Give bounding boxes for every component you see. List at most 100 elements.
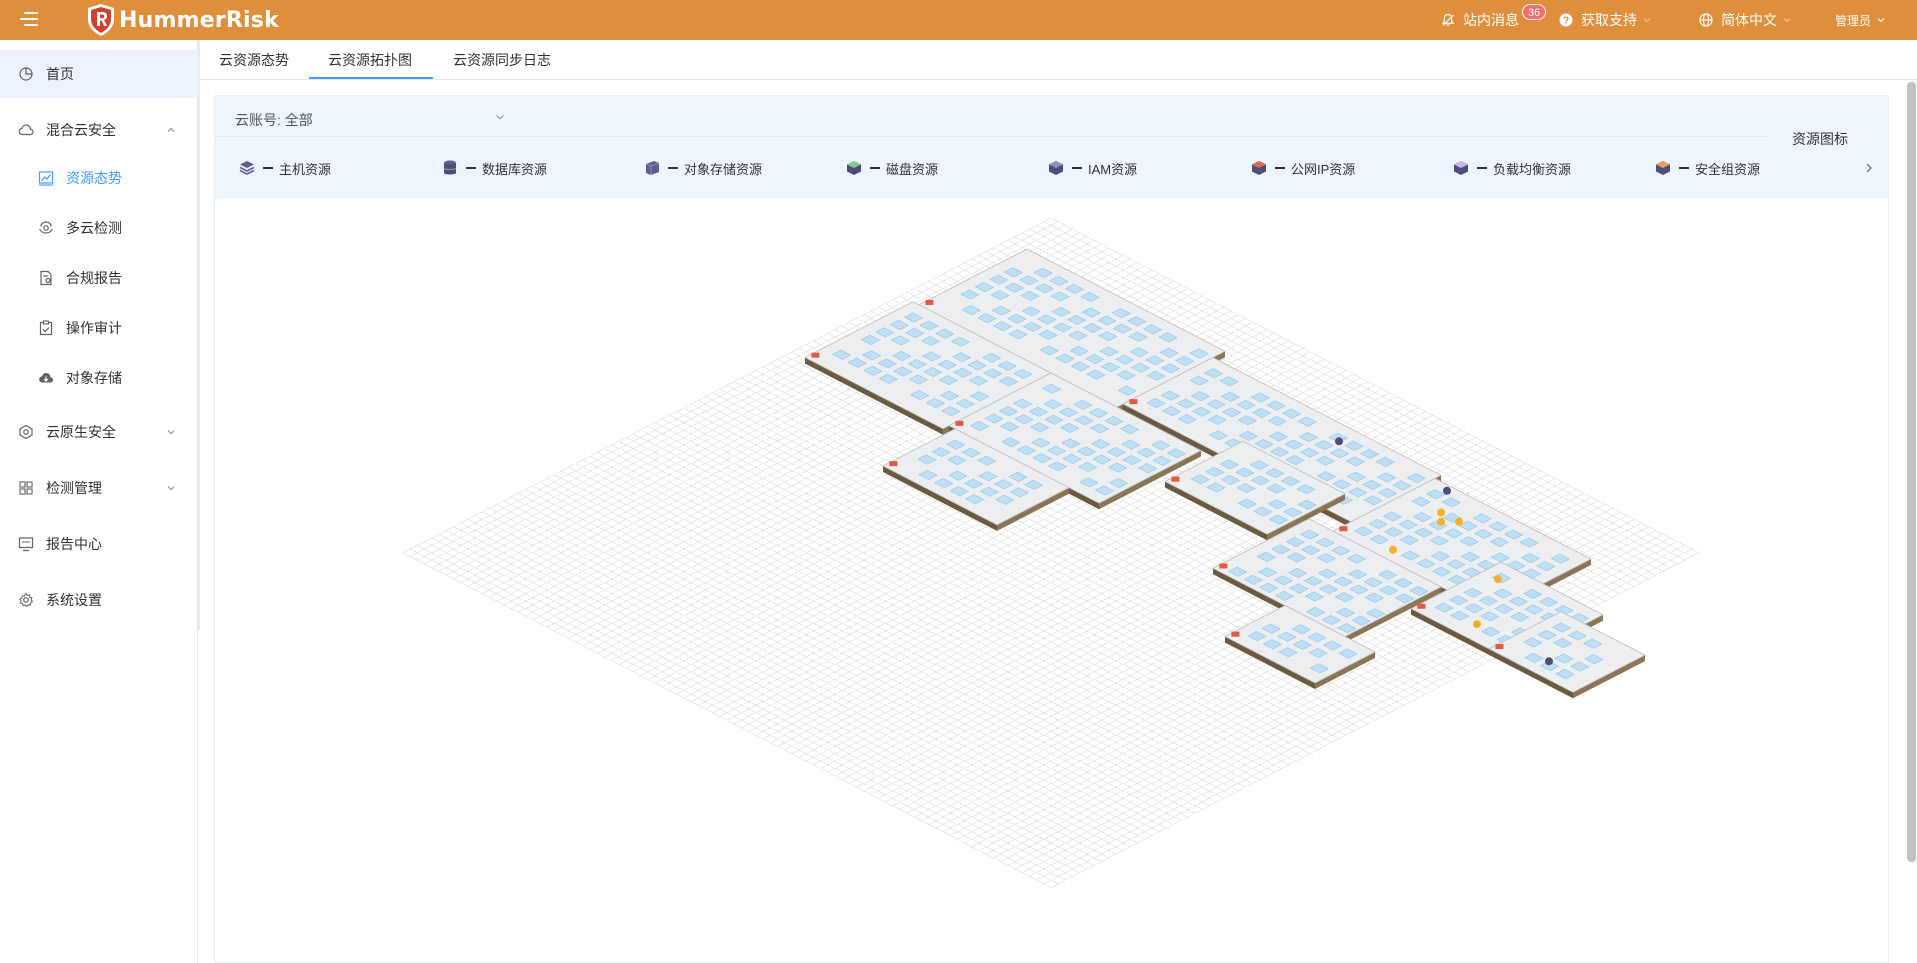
help-circle-icon: ? [1559,13,1573,27]
chevron-down-icon [167,430,175,435]
language-menu[interactable]: 简体中文 [1699,0,1791,40]
tab-resource-overview[interactable]: 云资源态势 [219,40,289,80]
panel-header: 云账号: 全部 资源图标 主机资源 数据库资源 对象存储资源 磁盘资源 IAM资… [215,96,1888,198]
legend-item-database: 数据库资源 [440,144,547,192]
support-label: 获取支持 [1581,12,1637,28]
sidebar-divider [198,40,200,630]
chevron-right-icon[interactable] [1864,162,1874,174]
sidebar-item-resource-overview[interactable]: 资源态势 [0,154,198,202]
audit-icon [39,320,53,336]
top-header: HummerRisk 站内消息 36 ? 获取支持 简体中文 管理员 [0,0,1917,40]
sidebar-item-system-settings[interactable]: 系统设置 [0,576,198,624]
sidebar: 首页 混合云安全 资源态势 多云检测 合规报告 操作审计 对象存储 云原生安全 … [0,40,198,963]
language-label: 简体中文 [1721,12,1777,28]
zone-label-tag [1231,631,1240,637]
load-balancer-icon [1454,161,1468,175]
security-group-icon [1656,161,1670,175]
sidebar-item-label: 合规报告 [66,270,122,286]
account-select[interactable]: 云账号: 全部 [235,110,313,130]
tab-resource-topology[interactable]: 云资源拓扑图 [328,40,412,80]
sidebar-item-object-storage[interactable]: 对象存储 [0,354,198,402]
legend-item-object-storage: 对象存储资源 [642,144,762,192]
security-group-resource [1437,508,1445,517]
legend-label: 磁盘资源 [886,161,939,177]
legend-label: 主机资源 [279,161,332,177]
sidebar-item-detection-management[interactable]: 检测管理 [0,464,198,512]
sidebar-item-label: 混合云安全 [46,122,116,138]
zone-label-tag [1417,603,1426,609]
zone-label-tag [889,461,898,467]
legend-dash [1072,167,1082,169]
legend-label: IAM资源 [1088,161,1138,177]
security-group-resource [1473,620,1481,629]
tab-sync-log[interactable]: 云资源同步日志 [453,40,551,80]
legend-dash [1477,167,1487,169]
sidebar-item-label: 对象存储 [66,370,122,386]
legend-item-load-balancer: 负载均衡资源 [1451,144,1571,192]
zone-label-tag [1171,476,1180,482]
sidebar-item-label: 云原生安全 [46,424,116,440]
sidebar-item-hybrid-cloud-security[interactable]: 混合云安全 [0,106,198,154]
menu-toggle-button[interactable] [20,12,38,28]
iam-resource [1545,657,1553,666]
brand-logo[interactable]: HummerRisk [86,3,279,37]
zone-label-tag [1129,399,1138,405]
legend-dash [870,167,880,169]
zone-label-tag [1495,644,1504,650]
zone-label-tag [925,299,934,305]
legend-dash [1275,167,1285,169]
topology-canvas[interactable] [215,198,1888,963]
dashboard-icon [19,67,33,81]
sidebar-item-cloud-native-security[interactable]: 云原生安全 [0,408,198,456]
sidebar-item-multi-cloud-scan[interactable]: 多云检测 [0,204,198,252]
legend-dash [668,167,678,169]
sidebar-item-label: 检测管理 [46,480,102,496]
sidebar-item-label: 多云检测 [66,220,122,236]
user-menu[interactable]: 管理员 [1835,0,1885,40]
globe-icon [1699,13,1713,27]
iam-resource [1335,437,1343,446]
sidebar-item-compliance-report[interactable]: 合规报告 [0,254,198,302]
support-menu[interactable]: ? 获取支持 [1559,0,1651,40]
database-icon [443,160,457,175]
legend-item-iam: IAM资源 [1046,144,1137,192]
sidebar-item-label: 操作审计 [66,320,122,336]
notifications-button[interactable]: 站内消息 [1441,0,1519,40]
legend-label: 负载均衡资源 [1493,161,1572,177]
cloud-native-icon [19,424,33,440]
notifications-label: 站内消息 [1463,12,1519,28]
monitor-icon [18,537,34,552]
zone-label-tag [955,420,964,426]
chevron-down-icon [167,486,175,491]
legend-dash [466,167,476,169]
zone-label-tag [1219,563,1228,569]
sidebar-item-report-center[interactable]: 报告中心 [0,520,198,568]
iam-icon [1049,161,1063,175]
cloud-icon [18,124,34,136]
chevron-down-icon [1877,18,1885,23]
server-stack-icon [239,161,255,175]
legend-label: 公网IP资源 [1291,161,1356,177]
shield-logo-icon [88,4,114,36]
public-ip-icon [1252,161,1266,175]
report-icon [40,270,52,286]
object-storage-icon [645,161,660,175]
chevron-up-icon [167,127,175,132]
svg-text:?: ? [1563,16,1569,27]
legend-item-public-ip: 公网IP资源 [1249,144,1355,192]
zone-label-tag [811,352,820,358]
zone-label-tag [1339,526,1348,532]
sidebar-item-operation-audit[interactable]: 操作审计 [0,304,198,352]
chart-icon [38,171,54,186]
chevron-down-icon [1643,18,1651,23]
chevron-down-icon[interactable] [495,112,505,122]
sidebar-item-home[interactable]: 首页 [0,50,198,98]
cloud-storage-icon [39,373,53,383]
vertical-scrollbar[interactable] [1907,82,1916,862]
bell-off-icon [1441,13,1455,26]
legend-divider [215,136,1768,137]
legend-item-disk: 磁盘资源 [844,144,938,192]
iam-resource [1443,486,1451,495]
topology-panel: 云账号: 全部 资源图标 主机资源 数据库资源 对象存储资源 磁盘资源 IAM资… [214,95,1889,963]
brand-name: HummerRisk [119,7,279,33]
